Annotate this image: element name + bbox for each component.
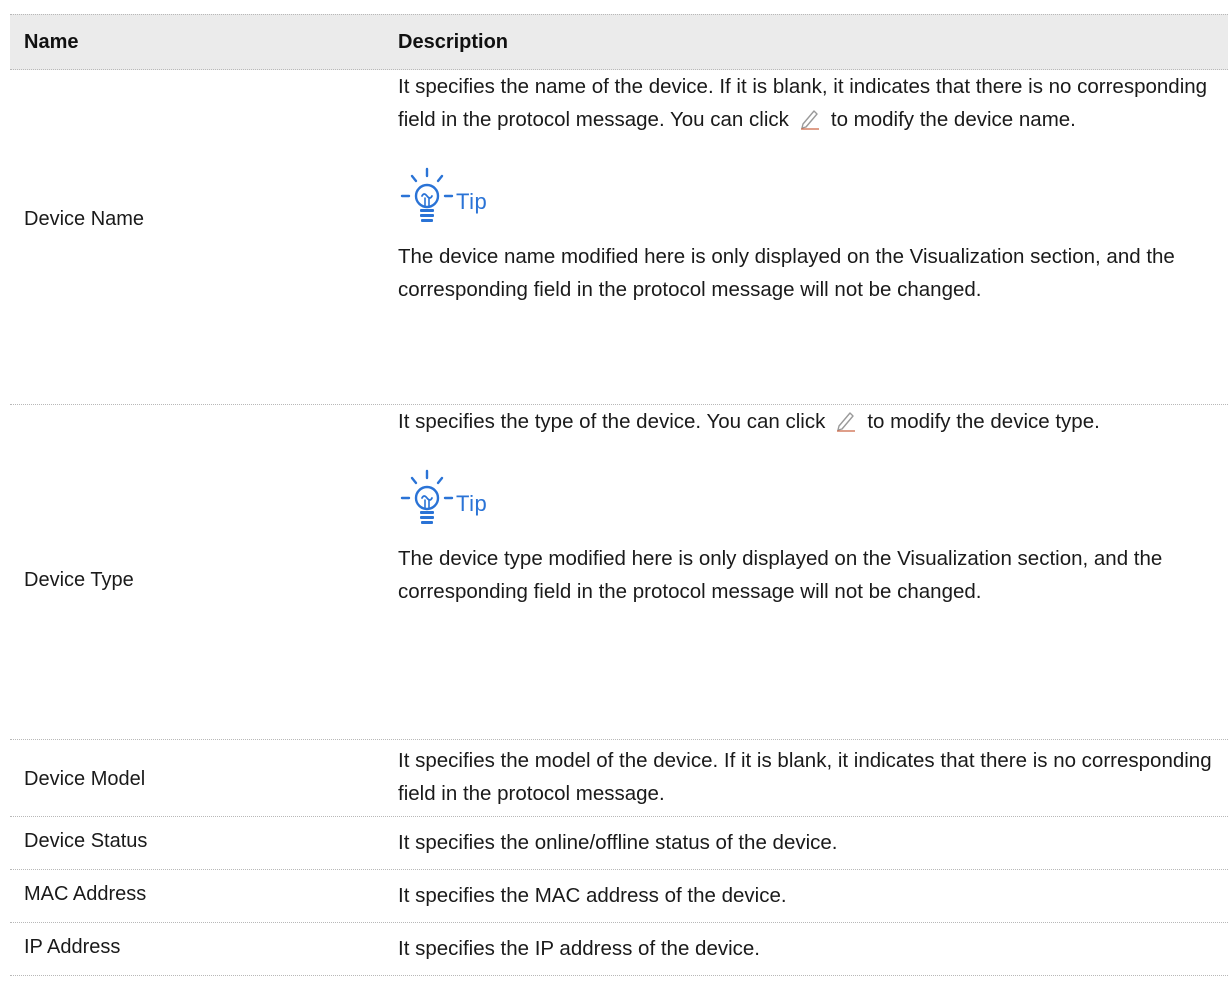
row-name: IP Address [24, 936, 121, 958]
tip-text: The device name modified here is only di… [398, 245, 1175, 301]
row-name: Device Status [24, 830, 148, 852]
tip-text: The device type modified here is only di… [398, 547, 1163, 603]
row-description: It specifies the IP address of the devic… [398, 937, 760, 960]
pencil-icon [825, 408, 867, 432]
lightbulb-icon [400, 469, 454, 524]
row-description: It specifies the type of the device. You… [398, 405, 1218, 608]
header-name: Name [24, 31, 79, 53]
row-description: It specifies the name of the device. If … [398, 70, 1218, 306]
parameter-table: Name Description Device Name It specifie… [10, 14, 1228, 976]
row-description: It specifies the MAC address of the devi… [398, 884, 787, 907]
table-row: Device Model It specifies the model of t… [10, 740, 1228, 817]
row-description: It specifies the online/offline status o… [398, 831, 838, 854]
row-description: It specifies the model of the device. If… [398, 749, 1212, 805]
table-row: Device Name It specifies the name of the… [10, 70, 1228, 405]
lightbulb-icon [400, 167, 454, 222]
description-text: It specifies the type of the device. You… [398, 410, 826, 433]
row-name: Device Name [24, 208, 145, 230]
tip-callout: Tip [398, 468, 1218, 528]
row-name: Device Type [24, 569, 134, 591]
row-name: MAC Address [24, 883, 147, 905]
tip-label: Tip [456, 490, 488, 516]
table-row: Device Type It specifies the type of the… [10, 405, 1228, 740]
description-text-end: to modify the device type. [867, 410, 1100, 433]
table-row: Device Status It specifies the online/of… [10, 817, 1228, 870]
row-name: Device Model [24, 768, 146, 790]
table-row: IP Address It specifies the IP address o… [10, 923, 1228, 976]
table-row: MAC Address It specifies the MAC address… [10, 870, 1228, 923]
pencil-icon [789, 106, 831, 130]
tip-callout: Tip [398, 166, 1218, 226]
header-description: Description [398, 31, 509, 53]
table-header: Name Description [10, 14, 1228, 70]
description-text-end: to modify the device name. [830, 108, 1076, 131]
tip-label: Tip [456, 188, 488, 214]
